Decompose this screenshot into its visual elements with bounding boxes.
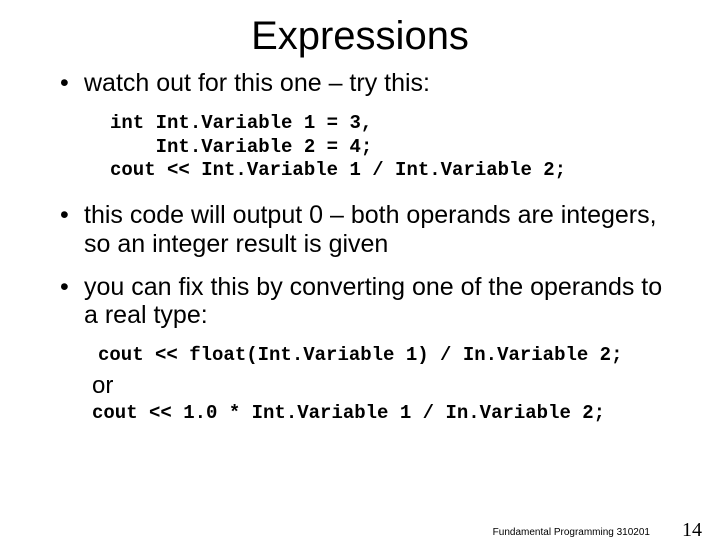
bullet-item: watch out for this one – try this: [60,69,680,98]
bullet-list: watch out for this one – try this: [0,69,720,98]
code-line-a: cout << float(Int.Variable 1) / In.Varia… [98,344,623,368]
page-number: 14 [682,519,702,542]
or-label: or [92,372,113,400]
slide-title: Expressions [0,14,720,59]
or-code-block: or cout << 1.0 * Int.Variable 1 / In.Var… [92,372,720,426]
or-code-block: cout << float(Int.Variable 1) / In.Varia… [92,344,720,368]
bullet-item: this code will output 0 – both operands … [60,201,680,259]
code-block-1: int Int.Variable 1 = 3, Int.Variable 2 =… [110,112,720,183]
bullet-list: this code will output 0 – both operands … [0,201,720,330]
code-line-b: cout << 1.0 * Int.Variable 1 / In.Variab… [92,402,720,426]
footer-text: Fundamental Programming 310201 [493,527,650,538]
bullet-item: you can fix this by converting one of th… [60,273,680,331]
